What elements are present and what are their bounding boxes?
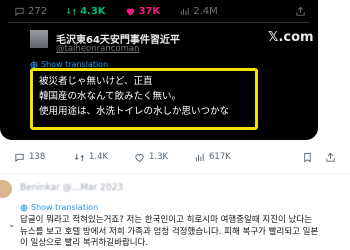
retweet-count: 1.4K (89, 152, 109, 162)
views-button[interactable]: 617K (194, 152, 254, 163)
reply-line: 이 일상으로 빨리 복귀하길바랍니다. (20, 238, 149, 248)
translate-icon (20, 204, 28, 211)
top-stats-bar: 272 4.3K 37K 2.4M (14, 3, 306, 19)
reply-author-avatar[interactable] (0, 180, 12, 198)
retweet-stat[interactable]: 4.3K (66, 5, 106, 17)
reply-stat[interactable]: 272 (14, 6, 47, 17)
reply-icon (15, 153, 24, 162)
reply-line: 뉴스를 보고 호텔 방에서 저희 가족과 엄청 걱정했습니다. 피해 복구가 빨… (20, 226, 319, 237)
views-icon (181, 7, 189, 15)
like-count: 37K (138, 5, 161, 17)
reply-author-header[interactable]: Beninkar @...Mar 2023 (20, 183, 123, 193)
like-stat[interactable]: 37K (125, 5, 161, 17)
quoted-author-handle[interactable]: @taiheonrancoman (56, 44, 139, 54)
post-divider (0, 173, 350, 174)
quote-line: 被災者じゃ無いけど、正直 (39, 76, 153, 87)
highlighted-quote-text: 被災者じゃ無いけど、正直 韓国産の水なんて飲みたく無い。 使用用途は、水洗トイレ… (30, 68, 258, 130)
chevron-down-icon[interactable]: ⌄ (8, 220, 16, 230)
quoted-author-avatar[interactable] (30, 30, 48, 48)
retweet-count: 4.3K (80, 5, 106, 17)
views-icon (195, 153, 204, 161)
reply-button[interactable]: 138 (14, 152, 74, 163)
reply-count: 138 (29, 152, 46, 162)
share-icon[interactable] (325, 152, 336, 163)
show-translation-link[interactable]: Show translation (20, 203, 98, 212)
heart-icon (126, 8, 134, 16)
views-stat[interactable]: 2.4M (179, 6, 218, 17)
translation-label: Show translation (31, 203, 99, 212)
tweet-action-bar: 138 1.4K 1.3K 617K (14, 150, 336, 164)
heart-icon (135, 153, 144, 162)
x-brand-logo: 𝕏.com (268, 30, 314, 45)
quote-line: 韓国産の水なんて飲みたく無い。 (39, 91, 182, 102)
bookmark-icon[interactable] (302, 152, 313, 163)
like-button[interactable]: 1.3K (134, 152, 194, 163)
reply-icon (15, 7, 24, 16)
reply-body: 답글이 뭐라고 적혀있는거죠? 저는 한국인이고 히로시마 여행중일때 지진이 … (20, 215, 340, 250)
views-count: 2.4M (193, 5, 218, 17)
retweet-icon (75, 153, 84, 161)
retweet-icon (67, 7, 77, 15)
quote-line: 使用用途は、水洗トイレの水しか思いつかな (39, 106, 230, 117)
views-count: 617K (209, 152, 231, 162)
share-icon[interactable] (295, 6, 306, 17)
retweet-button[interactable]: 1.4K (74, 152, 134, 163)
reply-line: 답글이 뭐라고 적혀있는거죠? 저는 한국인이고 히로시마 여행중일때 지진이 … (20, 215, 313, 225)
card-divider (8, 22, 310, 23)
reply-count: 272 (28, 5, 48, 17)
like-count: 1.3K (149, 152, 169, 162)
quote-tweet-screenshot: 272 4.3K 37K 2.4M 毛沢東64天安門事件習近平 @taiheon… (0, 0, 318, 140)
